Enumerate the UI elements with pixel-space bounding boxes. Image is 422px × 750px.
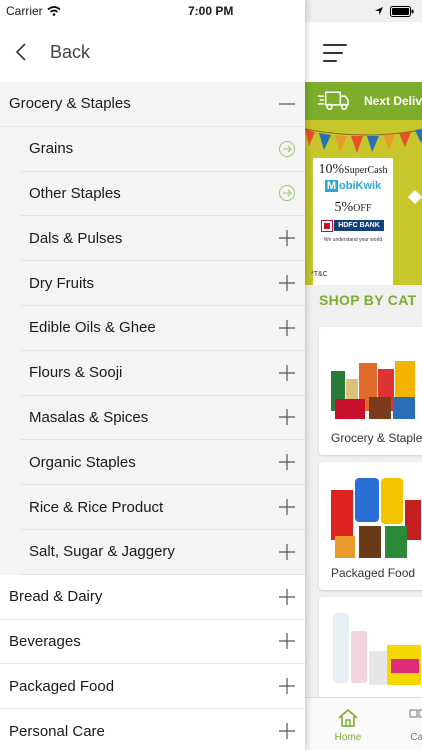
plus-icon[interactable] — [278, 274, 296, 292]
subcategory-label: Flours & Sooji — [29, 364, 123, 382]
hdfc-square-icon — [321, 219, 334, 232]
subcategory-label: Rice & Rice Product — [29, 498, 164, 516]
personal-care-image — [333, 613, 421, 685]
chevron-left-icon — [15, 43, 26, 61]
clock: 7:00 PM — [188, 4, 234, 18]
tab-categories[interactable]: Cat — [403, 708, 422, 743]
arrow-circle-icon[interactable] — [278, 184, 296, 202]
bank-name: HDFC BANK — [334, 220, 384, 231]
mobikwik-logo: MobiKwik — [313, 180, 393, 192]
subcategory-label: Dry Fruits — [29, 274, 94, 292]
hdfc-logo: HDFC BANK — [321, 219, 384, 232]
minus-icon[interactable] — [278, 95, 296, 113]
app-header — [305, 22, 422, 82]
off-offer: 5%OFF — [313, 200, 393, 216]
off-percent: 5% — [334, 200, 354, 215]
back-label: Back — [50, 41, 91, 62]
subcategory-label: Other Staples — [29, 184, 121, 202]
category-item[interactable]: Packaged Food — [0, 664, 305, 710]
expanded-category: Grocery & Staples Grains Other Staples D… — [0, 82, 305, 575]
category-card[interactable]: Packaged Food — [319, 462, 422, 590]
subcategory-label: Dals & Pulses — [29, 229, 123, 247]
grid-icon — [409, 709, 422, 718]
plus-icon[interactable] — [278, 453, 296, 471]
delivery-truck-icon — [317, 91, 349, 111]
location-arrow-icon — [375, 7, 383, 15]
subcategory-item[interactable]: Organic Staples — [20, 440, 305, 486]
back-button[interactable]: Back — [0, 22, 305, 82]
bank-tagline: We understand your world — [323, 236, 383, 243]
arrow-circle-icon[interactable] — [278, 140, 296, 158]
category-label: Bread & Dairy — [9, 588, 103, 606]
wifi-icon — [47, 6, 61, 16]
menu-icon[interactable] — [323, 44, 347, 64]
offer-banner[interactable]: 10%SuperCash MobiKwik 5%OFF HDFC BANK We… — [305, 120, 422, 285]
category-item[interactable]: Bread & Dairy — [0, 574, 305, 620]
category-drawer: Carrier 7:00 PM Back Grocery & Staples G… — [0, 0, 305, 750]
category-label: Packaged Food — [9, 677, 115, 695]
category-label: Beverages — [9, 632, 81, 650]
subcategory-label: Organic Staples — [29, 453, 136, 471]
category-card-label: Grocery & Staple — [331, 431, 422, 445]
subcategory-label: Edible Oils & Ghee — [29, 319, 156, 337]
subcategory-item[interactable]: Rice & Rice Product — [20, 485, 305, 530]
subcategory-item[interactable]: Dals & Pulses — [20, 216, 305, 262]
subcategory-item[interactable]: Masalas & Spices — [20, 396, 305, 441]
category-label: Grocery & Staples — [9, 95, 131, 113]
tab-home-label: Home — [334, 732, 362, 743]
plus-icon[interactable] — [278, 408, 296, 426]
supercash-offer: 10%SuperCash — [313, 162, 393, 178]
supercash-percent: 10% — [318, 162, 345, 177]
plus-icon[interactable] — [278, 364, 296, 382]
category-item[interactable]: Beverages — [0, 619, 305, 665]
status-bar-right — [305, 0, 422, 22]
plus-icon[interactable] — [278, 677, 296, 695]
category-label: Personal Care — [9, 722, 105, 740]
next-delivery-text: Next Deliv — [363, 94, 422, 108]
off-label: OFF — [353, 203, 372, 214]
subcategory-item[interactable]: Flours & Sooji — [20, 351, 305, 396]
subcategory-list: Grains Other Staples Dals & Pulses Dry F… — [20, 126, 305, 575]
carrier-info: Carrier — [6, 4, 61, 18]
mobikwik-text: obiKwik — [339, 180, 382, 192]
supercash-label: SuperCash — [344, 165, 388, 176]
plus-icon[interactable] — [278, 319, 296, 337]
subcategory-label: Grains — [29, 140, 74, 158]
home-screen: Next Deliv 10%SuperCash MobiKwik 5%OFF H… — [305, 0, 422, 750]
battery-icon — [390, 5, 414, 17]
banner-decoration — [407, 189, 422, 205]
terms-label: *T&C — [311, 271, 328, 278]
category-item[interactable]: Personal Care — [0, 709, 305, 750]
plus-icon[interactable] — [278, 722, 296, 740]
home-icon — [338, 709, 358, 727]
subcategory-item[interactable]: Other Staples — [20, 172, 305, 217]
tab-home[interactable]: Home — [333, 708, 363, 743]
category-card-label: Packaged Food — [331, 566, 416, 580]
subcategory-item[interactable]: Grains — [20, 127, 305, 172]
plus-icon[interactable] — [278, 588, 296, 606]
subcategory-label: Masalas & Spices — [29, 408, 149, 426]
plus-icon[interactable] — [278, 632, 296, 650]
mobikwik-m: M — [324, 180, 338, 192]
subcategory-item[interactable]: Dry Fruits — [20, 261, 305, 306]
subcategory-item[interactable]: Edible Oils & Ghee — [20, 306, 305, 351]
grocery-products-image — [331, 361, 415, 419]
category-list: Grocery & Staples Grains Other Staples D… — [0, 82, 305, 750]
packaged-food-image — [331, 478, 421, 558]
status-bar: Carrier 7:00 PM — [0, 0, 305, 22]
carrier-label: Carrier — [6, 4, 43, 18]
plus-icon[interactable] — [278, 229, 296, 247]
bottom-tab-bar: Home Cat — [305, 697, 422, 750]
category-card[interactable]: Grocery & Staple — [319, 327, 422, 455]
tab-categories-label: Cat — [410, 732, 422, 743]
category-item-grocery-staples[interactable]: Grocery & Staples — [0, 82, 305, 127]
next-delivery-bar[interactable]: Next Deliv — [305, 82, 422, 120]
plus-icon[interactable] — [278, 543, 296, 561]
subcategory-label: Salt, Sugar & Jaggery — [29, 543, 175, 561]
subcategory-item[interactable]: Salt, Sugar & Jaggery — [20, 530, 305, 575]
offer-card: 10%SuperCash MobiKwik 5%OFF HDFC BANK We… — [313, 158, 393, 285]
plus-icon[interactable] — [278, 498, 296, 516]
shop-by-category-title: SHOP BY CAT — [319, 292, 417, 308]
